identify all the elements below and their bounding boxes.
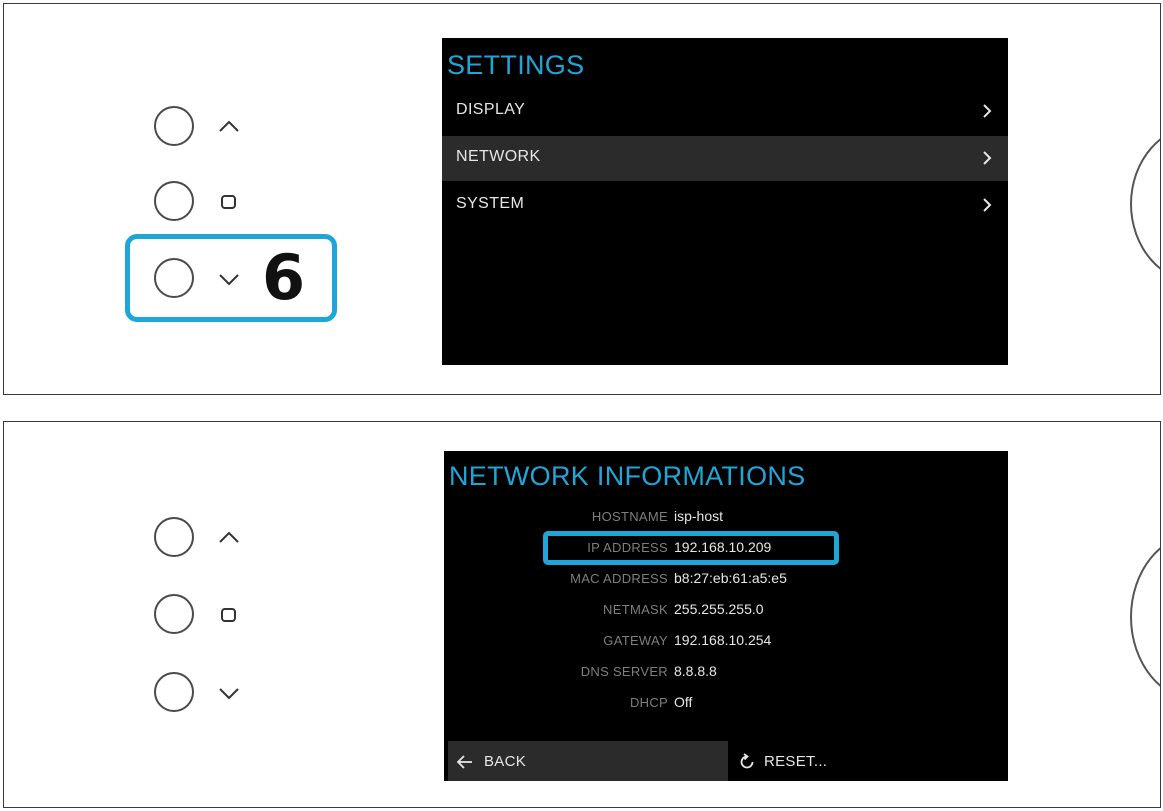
menu-item-display[interactable]: DISPLAY bbox=[442, 89, 1008, 134]
info-row-dhcp: DHCP Off bbox=[444, 692, 1008, 714]
info-label: HOSTNAME bbox=[591, 509, 668, 524]
chevron-up-icon bbox=[219, 531, 239, 543]
info-value: b8:27:eb:61:a5:e5 bbox=[674, 570, 787, 586]
info-label: GATEWAY bbox=[603, 633, 668, 648]
reset-icon bbox=[740, 753, 754, 769]
select-button[interactable] bbox=[154, 594, 194, 634]
info-value: 192.168.10.254 bbox=[674, 632, 772, 648]
rotary-knob[interactable] bbox=[1130, 124, 1160, 284]
menu-item-system[interactable]: SYSTEM bbox=[442, 183, 1008, 228]
screen-title: SETTINGS bbox=[447, 50, 585, 80]
info-label: DHCP bbox=[629, 695, 668, 710]
back-button[interactable]: BACK bbox=[448, 741, 728, 781]
chevron-right-icon bbox=[983, 198, 992, 212]
info-row-mac-address: MAC ADDRESS b8:27:eb:61:a5:e5 bbox=[444, 568, 1008, 590]
info-row-netmask: NETMASK 255.255.255.0 bbox=[444, 599, 1008, 621]
info-label: DNS SERVER bbox=[580, 664, 668, 679]
reset-label: RESET... bbox=[764, 753, 828, 770]
chevron-down-icon bbox=[219, 688, 239, 700]
up-button[interactable] bbox=[154, 106, 194, 146]
chevron-up-icon bbox=[219, 120, 239, 132]
info-row-hostname: HOSTNAME isp-host bbox=[444, 506, 1008, 528]
network-info-screen: NETWORK INFORMATIONS HOSTNAME isp-host I… bbox=[444, 451, 1008, 781]
info-value: 255.255.255.0 bbox=[674, 601, 764, 617]
chevron-right-icon bbox=[983, 151, 992, 165]
reset-button[interactable]: RESET... bbox=[728, 741, 1008, 781]
info-row-dns-server: DNS SERVER 8.8.8.8 bbox=[444, 661, 1008, 683]
info-value: isp-host bbox=[674, 508, 724, 524]
info-label: NETMASK bbox=[603, 602, 668, 617]
info-row-gateway: GATEWAY 192.168.10.254 bbox=[444, 630, 1008, 652]
device-panel-network: NETWORK INFORMATIONS HOSTNAME isp-host I… bbox=[3, 421, 1161, 808]
select-button[interactable] bbox=[154, 181, 194, 221]
device-panel-settings: 6 SETTINGS DISPLAY NETWORK SYSTEM bbox=[3, 3, 1161, 395]
step-number: 6 bbox=[262, 241, 306, 314]
arrow-left-icon bbox=[456, 755, 472, 769]
info-label: MAC ADDRESS bbox=[570, 571, 668, 586]
info-value: Off bbox=[674, 694, 693, 710]
screen-title: NETWORK INFORMATIONS bbox=[449, 461, 806, 491]
info-value: 8.8.8.8 bbox=[674, 663, 717, 679]
square-icon bbox=[221, 608, 236, 622]
down-button[interactable] bbox=[154, 672, 194, 712]
menu-item-label: DISPLAY bbox=[456, 101, 526, 118]
up-button[interactable] bbox=[154, 517, 194, 557]
menu-item-label: NETWORK bbox=[456, 148, 541, 165]
menu-item-network[interactable]: NETWORK bbox=[442, 136, 1008, 181]
chevron-right-icon bbox=[983, 104, 992, 118]
ip-address-callout bbox=[543, 531, 839, 565]
square-icon bbox=[221, 195, 236, 209]
menu-item-label: SYSTEM bbox=[456, 195, 525, 212]
back-label: BACK bbox=[484, 753, 527, 770]
settings-screen: SETTINGS DISPLAY NETWORK SYSTEM bbox=[442, 38, 1008, 365]
rotary-knob[interactable] bbox=[1130, 532, 1160, 702]
